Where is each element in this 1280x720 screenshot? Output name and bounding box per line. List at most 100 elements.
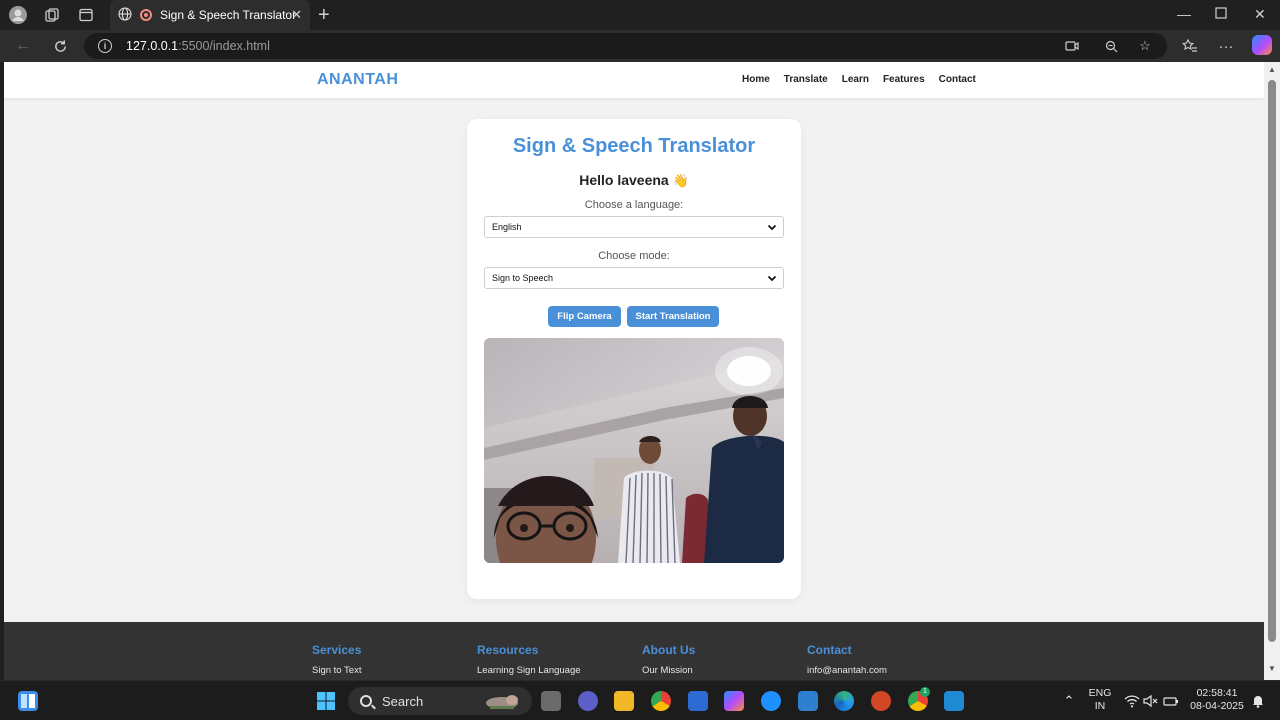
url-host: 127.0.0.1 — [126, 39, 179, 53]
tab-actions-icon[interactable] — [76, 5, 96, 25]
footer-link[interactable]: Learning Sign Language — [477, 665, 581, 676]
nav-contact[interactable]: Contact — [939, 74, 976, 85]
site-footer: Services Sign to Text Resources Learning… — [4, 622, 1264, 680]
chevron-down-icon — [766, 272, 778, 284]
workspaces-icon[interactable] — [42, 5, 62, 25]
widgets-icon[interactable] — [18, 691, 38, 711]
flip-camera-button[interactable]: Flip Camera — [548, 306, 621, 327]
translator-card: Sign & Speech Translator Hello laveena 👋… — [467, 119, 801, 599]
back-icon[interactable]: ← — [13, 36, 33, 56]
mode-select[interactable]: Sign to Speech — [484, 267, 784, 289]
teams-icon[interactable] — [578, 691, 598, 711]
taskbar: Search 1 ⌃ ENG IN 02:58:41 08-04-2025 — [0, 680, 1280, 720]
scroll-down-icon[interactable]: ▼ — [1267, 664, 1277, 673]
new-tab-icon[interactable]: + — [318, 4, 330, 27]
waving-hand-icon: 👋 — [672, 173, 689, 188]
favorite-star-icon[interactable]: ☆ — [1136, 37, 1154, 55]
nav-home[interactable]: Home — [742, 74, 770, 85]
footer-col-contact: Contact info@anantah.com — [807, 643, 887, 676]
copilot-icon[interactable] — [1252, 35, 1272, 55]
camera-in-use-icon[interactable] — [1063, 37, 1081, 55]
taskbar-search[interactable]: Search — [348, 687, 532, 715]
page-title: Sign & Speech Translator — [512, 135, 756, 157]
maximize-icon[interactable] — [1215, 6, 1227, 22]
battery-icon[interactable] — [1163, 693, 1179, 709]
footer-heading: About Us — [642, 643, 696, 657]
footer-col-about: About Us Our Mission — [642, 643, 695, 676]
profile-avatar-icon[interactable] — [8, 5, 28, 25]
refresh-icon[interactable] — [50, 36, 70, 56]
edge-icon[interactable] — [834, 691, 854, 711]
language-select[interactable]: English — [484, 216, 784, 238]
zoom-icon[interactable] — [1102, 37, 1120, 55]
search-highlight-icon — [486, 695, 518, 709]
footer-heading: Services — [312, 643, 362, 657]
favorites-icon[interactable] — [1180, 36, 1200, 56]
brand-logo[interactable]: ANANTAH — [317, 71, 398, 89]
region-code: IN — [1094, 700, 1106, 712]
mode-select-value: Sign to Speech — [492, 273, 554, 283]
language-select-value: English — [492, 222, 522, 232]
page-scrollbar[interactable]: ▲ ▼ — [1264, 62, 1280, 680]
show-hidden-icons-icon[interactable]: ⌃ — [1061, 693, 1077, 709]
mode-label: Choose mode: — [598, 250, 670, 262]
tab-title: Sign & Speech Translator — [160, 8, 297, 22]
task-view-icon[interactable] — [541, 691, 561, 711]
globe-icon — [118, 6, 132, 24]
camera-feed-image — [484, 338, 784, 563]
input-language[interactable]: ENG IN — [1088, 687, 1112, 713]
address-bar[interactable]: i 127.0.0.1:5500/index.html ☆ — [84, 33, 1167, 59]
site-info-icon[interactable]: i — [98, 39, 112, 53]
footer-link[interactable]: Our Mission — [642, 665, 695, 676]
clock-time: 02:58:41 — [1196, 687, 1238, 699]
site-nav: Home Translate Learn Features Contact — [742, 74, 976, 85]
nav-translate[interactable]: Translate — [784, 74, 828, 85]
footer-col-services: Services Sign to Text — [312, 643, 361, 676]
greeting-text: Hello laveena — [579, 172, 669, 188]
app-icon[interactable] — [798, 691, 818, 711]
chrome-icon[interactable] — [651, 691, 671, 711]
wifi-icon[interactable] — [1124, 693, 1140, 709]
clock[interactable]: 02:58:41 08-04-2025 — [1188, 687, 1246, 713]
start-translation-button[interactable]: Start Translation — [627, 306, 719, 327]
footer-link[interactable]: info@anantah.com — [807, 665, 887, 676]
more-options-icon[interactable]: ··· — [1216, 36, 1236, 56]
browser-tab-strip: Sign & Speech Translator ✕ + — ✕ — [0, 0, 1280, 30]
scroll-up-icon[interactable]: ▲ — [1267, 65, 1277, 74]
url-path: :5500/index.html — [178, 39, 270, 53]
nav-learn[interactable]: Learn — [842, 74, 869, 85]
page-viewport: ANANTAH Home Translate Learn Features Co… — [4, 62, 1264, 680]
site-header: ANANTAH Home Translate Learn Features Co… — [4, 62, 1264, 98]
powerpoint-icon[interactable] — [871, 691, 891, 711]
close-window-icon[interactable]: ✕ — [1254, 6, 1266, 23]
notifications-bell-icon[interactable] — [1250, 693, 1266, 709]
footer-heading: Contact — [807, 643, 852, 657]
nav-features[interactable]: Features — [883, 74, 925, 85]
store-icon[interactable] — [688, 691, 708, 711]
language-code: ENG — [1088, 687, 1112, 699]
camera-feed — [484, 338, 784, 563]
windows-start-icon[interactable] — [316, 691, 336, 711]
volume-muted-icon[interactable] — [1143, 693, 1159, 709]
footer-link[interactable]: Sign to Text — [312, 665, 361, 676]
recording-indicator-icon — [140, 9, 152, 21]
taskbar-search-label: Search — [382, 693, 424, 709]
clock-date: 08-04-2025 — [1190, 700, 1244, 712]
vscode-icon[interactable] — [944, 691, 964, 711]
copilot-taskbar-icon[interactable] — [724, 691, 744, 711]
browser-app-icon[interactable] — [761, 691, 781, 711]
scrollbar-thumb[interactable] — [1268, 80, 1276, 642]
file-explorer-icon[interactable] — [614, 691, 634, 711]
chevron-down-icon — [766, 221, 778, 233]
language-label: Choose a language: — [584, 199, 684, 211]
minimize-icon[interactable]: — — [1177, 6, 1191, 22]
footer-col-resources: Resources Learning Sign Language — [477, 643, 581, 676]
browser-tab-active[interactable]: Sign & Speech Translator ✕ — [110, 0, 310, 30]
browser-toolbar: ← i 127.0.0.1:5500/index.html ☆ ··· — [0, 30, 1280, 62]
close-tab-icon[interactable]: ✕ — [291, 7, 302, 23]
notification-badge: 1 — [920, 687, 930, 697]
footer-heading: Resources — [477, 643, 539, 657]
greeting: Hello laveena 👋 — [467, 172, 801, 189]
search-icon — [360, 695, 372, 707]
chrome-profile-icon[interactable]: 1 — [908, 687, 930, 711]
